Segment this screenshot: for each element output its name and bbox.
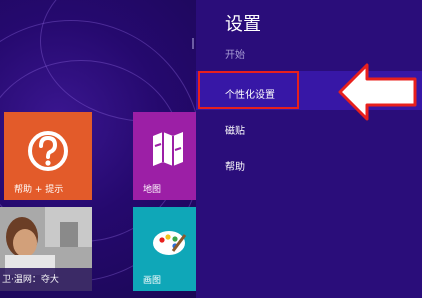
tile-label: 帮助 + 提示 — [14, 185, 64, 195]
tile-label: 卫·温网：夺大 — [2, 275, 59, 285]
tile-label: 画图 — [143, 276, 162, 286]
tile-label: 地图 — [143, 185, 162, 195]
tile-maps[interactable]: 地图 — [133, 112, 196, 200]
settings-pane: 设置 开始 个性化设置 磁贴 帮助 — [196, 0, 422, 298]
scroll-indicator — [192, 38, 194, 49]
menu-item-tiles[interactable]: 磁贴 — [225, 122, 245, 137]
tile-help-tips[interactable]: 帮助 + 提示 — [4, 112, 92, 200]
settings-title: 设置 — [225, 14, 261, 35]
tile-news-photo[interactable]: 卫·温网：夺大 — [0, 207, 92, 291]
menu-item-help[interactable]: 帮助 — [225, 158, 245, 173]
tile-paint[interactable]: 画图 — [133, 207, 196, 291]
annotation-highlight-box — [198, 71, 299, 109]
settings-subtitle: 开始 — [225, 50, 245, 61]
annotation-arrow-left-icon — [338, 63, 417, 121]
